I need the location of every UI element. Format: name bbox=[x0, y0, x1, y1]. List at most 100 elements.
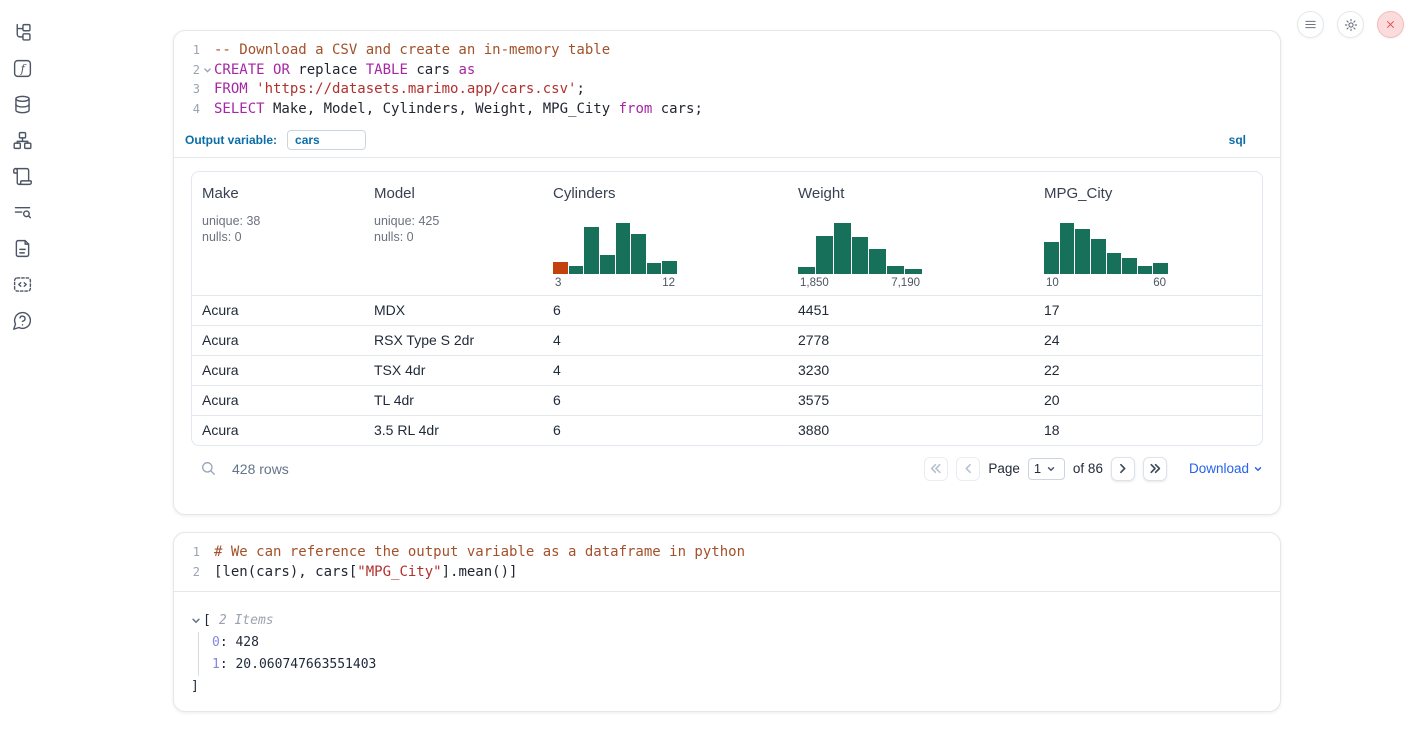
column-title: Model bbox=[374, 185, 533, 202]
table-cell: 18 bbox=[1034, 416, 1262, 445]
language-badge[interactable]: sql bbox=[1229, 133, 1246, 147]
page-select[interactable]: 1 bbox=[1028, 458, 1065, 480]
next-page-button[interactable] bbox=[1111, 457, 1135, 481]
sidebar-panel-switcher: f bbox=[0, 0, 44, 729]
python-code-editor[interactable]: 1# We can reference the output variable … bbox=[174, 533, 1280, 592]
fold-chevron-icon[interactable] bbox=[203, 66, 212, 75]
tree-root-row: [ 2 Items bbox=[191, 610, 1263, 632]
column-header-cylinders[interactable]: Cylinders 312 bbox=[543, 172, 788, 295]
table-cell: Acura bbox=[192, 326, 364, 355]
chevron-down-icon bbox=[1253, 464, 1263, 474]
stat-line: unique: 38 bbox=[202, 213, 354, 230]
sidebar-datasets-button[interactable] bbox=[12, 94, 33, 115]
histogram-bar bbox=[616, 223, 631, 273]
close-button[interactable] bbox=[1377, 11, 1404, 38]
histogram-bars bbox=[553, 221, 677, 274]
tree-entry: 1: 20.060747663551403 bbox=[212, 654, 1263, 676]
tree-entry-index: 1 bbox=[212, 657, 220, 672]
svg-text:f: f bbox=[19, 62, 26, 76]
sidebar-documentation-button[interactable] bbox=[12, 238, 33, 259]
sql-code-editor[interactable]: 1-- Download a CSV and create an in-memo… bbox=[174, 31, 1280, 128]
sql-cell: 1-- Download a CSV and create an in-memo… bbox=[173, 30, 1281, 515]
table-row[interactable]: AcuraTL 4dr6357520 bbox=[192, 385, 1262, 415]
table-search-button[interactable] bbox=[200, 460, 217, 477]
table-cell: 3880 bbox=[788, 416, 1034, 445]
column-header-model[interactable]: Model unique: 425nulls: 0 bbox=[364, 172, 543, 295]
output-variable-label: Output variable: bbox=[185, 133, 277, 147]
settings-button[interactable] bbox=[1337, 11, 1364, 38]
column-title: MPG_City bbox=[1044, 185, 1252, 202]
download-button[interactable]: Download bbox=[1189, 461, 1263, 476]
column-stats: unique: 38nulls: 0 bbox=[202, 213, 354, 246]
histogram-bar bbox=[600, 255, 615, 274]
table-cell: 17 bbox=[1034, 296, 1262, 325]
table-row[interactable]: AcuraTSX 4dr4323022 bbox=[192, 355, 1262, 385]
bracket-open: [ bbox=[203, 610, 211, 632]
previous-page-button[interactable] bbox=[956, 457, 980, 481]
axis-max-label: 12 bbox=[662, 277, 675, 289]
table-row[interactable]: Acura3.5 RL 4dr6388018 bbox=[192, 415, 1262, 445]
close-icon bbox=[1384, 18, 1397, 31]
histogram-axis-labels: 312 bbox=[553, 277, 677, 289]
menu-button[interactable] bbox=[1297, 11, 1324, 38]
table-cell: 2778 bbox=[788, 326, 1034, 355]
table-row[interactable]: AcuraRSX Type S 2dr4277824 bbox=[192, 325, 1262, 355]
axis-max-label: 7,190 bbox=[891, 277, 920, 289]
sidebar-functions-button[interactable]: f bbox=[12, 58, 33, 79]
collapse-chevron-icon[interactable] bbox=[191, 616, 201, 626]
items-count-label: 2 Items bbox=[219, 610, 274, 632]
total-pages-label: of 86 bbox=[1073, 461, 1103, 476]
code-line: 1-- Download a CSV and create an in-memo… bbox=[174, 41, 1280, 61]
histogram-bar bbox=[584, 227, 599, 274]
tree-entry-index: 0 bbox=[212, 635, 220, 650]
chevron-down-icon bbox=[1046, 464, 1056, 474]
code-token bbox=[265, 62, 273, 78]
sidebar-tracebacks-button[interactable] bbox=[12, 202, 33, 223]
code-token: [len(cars), cars[ bbox=[214, 564, 357, 580]
histogram-bars bbox=[798, 221, 922, 274]
table-cell: TL 4dr bbox=[364, 386, 543, 415]
chevron-right-icon bbox=[1116, 462, 1129, 475]
table-cell: Acura bbox=[192, 296, 364, 325]
table-cell: 6 bbox=[543, 386, 788, 415]
table-cell: 6 bbox=[543, 416, 788, 445]
column-histogram: 1,8507,190 bbox=[798, 221, 922, 289]
code-token: TABLE bbox=[366, 62, 408, 78]
sidebar-help-button[interactable] bbox=[12, 310, 33, 331]
output-variable-input[interactable] bbox=[287, 130, 366, 150]
axis-min-label: 10 bbox=[1046, 277, 1059, 289]
last-page-button[interactable] bbox=[1143, 457, 1167, 481]
sidebar-dependencies-button[interactable] bbox=[12, 130, 33, 151]
column-header-weight[interactable]: Weight1,8507,190 bbox=[788, 172, 1034, 295]
table-cell: Acura bbox=[192, 386, 364, 415]
table-cell: TSX 4dr bbox=[364, 356, 543, 385]
search-icon bbox=[200, 460, 217, 477]
column-title: Cylinders bbox=[553, 185, 778, 202]
sql-output-area: Makeunique: 38nulls: 0 Model unique: 425nu… bbox=[174, 158, 1280, 446]
column-stats: unique: 425nulls: 0 bbox=[374, 213, 533, 246]
sidebar-snippets-button[interactable] bbox=[12, 274, 33, 295]
menu-icon bbox=[1303, 17, 1318, 32]
code-line: 1# We can reference the output variable … bbox=[174, 543, 1280, 563]
table-row[interactable]: AcuraMDX6445117 bbox=[192, 295, 1262, 325]
table-cell: 6 bbox=[543, 296, 788, 325]
histogram-bar bbox=[1060, 223, 1075, 273]
sidebar-file-explorer-button[interactable] bbox=[12, 22, 33, 43]
code-token: 'https://datasets.marimo.app/cars.csv' bbox=[256, 81, 576, 97]
code-line: 4SELECT Make, Model, Cylinders, Weight, … bbox=[174, 100, 1280, 120]
table-cell: 24 bbox=[1034, 326, 1262, 355]
tree-entry-value: 20.060747663551403 bbox=[235, 657, 376, 672]
function-icon: f bbox=[12, 58, 33, 79]
column-header-mpg_city[interactable]: MPG_City1060 bbox=[1034, 172, 1262, 295]
code-text: FROM 'https://datasets.marimo.app/cars.c… bbox=[200, 80, 585, 100]
table-cell: 4 bbox=[543, 356, 788, 385]
chevrons-right-icon bbox=[1148, 462, 1161, 475]
sidebar-logs-button[interactable] bbox=[12, 166, 33, 187]
column-header-make[interactable]: Makeunique: 38nulls: 0 bbox=[192, 172, 364, 295]
tree-entry-value: 428 bbox=[235, 635, 258, 650]
code-text: CREATE OR replace TABLE cars as bbox=[200, 61, 475, 81]
line-number: 2 bbox=[174, 563, 200, 583]
first-page-button[interactable] bbox=[924, 457, 948, 481]
histogram-bar bbox=[662, 261, 677, 274]
table-cell: 3.5 RL 4dr bbox=[364, 416, 543, 445]
